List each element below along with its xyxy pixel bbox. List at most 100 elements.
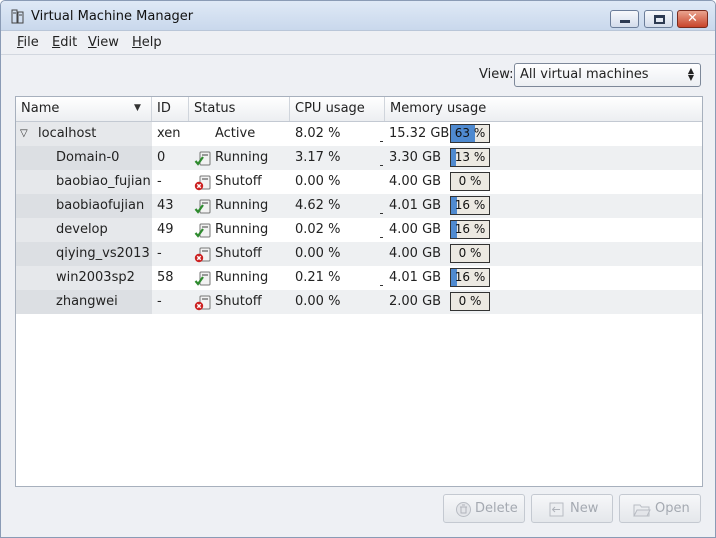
close-button[interactable]: ✕ — [677, 10, 708, 28]
delete-button[interactable]: Delete — [443, 494, 525, 523]
vm-row[interactable]: win2003sp2 58 Running 0.21 % 4.01 GB 16 % — [16, 266, 702, 290]
vm-cpu-usage: 0.00 % — [295, 174, 341, 189]
menu-bar: File Edit View Help — [1, 31, 715, 55]
vm-cpu-usage: 0.21 % — [295, 270, 341, 285]
cpu-sparkline — [380, 237, 383, 238]
menu-help[interactable]: Help — [132, 35, 162, 50]
column-header-name[interactable]: Name ▼ — [16, 97, 152, 121]
vm-row[interactable]: Domain-0 0 Running 3.17 % 3.30 GB 13 % — [16, 146, 702, 170]
view-filter-label: View: — [479, 67, 514, 82]
view-filter-value: All virtual machines — [520, 67, 649, 82]
memory-usage-bar: 16 % — [450, 220, 490, 239]
main-window: Virtual Machine Manager ✕ File Edit View… — [0, 0, 716, 538]
vm-memory: 4.00 GB — [389, 222, 442, 237]
close-icon: ✕ — [687, 11, 698, 26]
vm-row[interactable]: develop 49 Running 0.02 % 4.00 GB 16 % — [16, 218, 702, 242]
vm-memory: 15.32 GB — [389, 126, 450, 141]
vm-cpu-usage: 0.02 % — [295, 222, 341, 237]
memory-percent: 16 % — [454, 222, 486, 236]
host-row[interactable]: ▽ localhost xen Active 8.02 % 15.32 GB 63 % — [16, 122, 702, 146]
view-filter-select[interactable]: All virtual machines ▲ ▼ — [514, 63, 701, 87]
vm-id: - — [157, 246, 162, 261]
running-icon — [194, 222, 212, 239]
vm-memory: 2.00 GB — [389, 294, 442, 309]
cpu-sparkline — [380, 213, 383, 214]
memory-usage-bar: 16 % — [450, 196, 490, 215]
sort-descending-icon: ▼ — [134, 103, 141, 113]
memory-usage-bar: 13 % — [450, 148, 490, 167]
memory-usage-bar: 63 % — [450, 124, 490, 143]
running-icon — [194, 270, 212, 287]
column-header-status[interactable]: Status — [189, 97, 290, 121]
maximize-button[interactable] — [644, 10, 673, 28]
shutoff-icon — [194, 174, 212, 191]
vm-id: xen — [157, 126, 181, 141]
column-header-memory[interactable]: Memory usage — [385, 97, 702, 121]
vm-status: Running — [215, 150, 269, 165]
vm-row[interactable]: qiying_vs2013- Shutoff 0.00 % 4.00 GB 0 % — [16, 242, 702, 266]
vm-memory: 3.30 GB — [389, 150, 442, 165]
memory-usage-bar: 0 % — [450, 292, 490, 311]
vm-memory: 4.00 GB — [389, 246, 442, 261]
new-vm-icon — [549, 502, 564, 517]
memory-percent: 0 % — [458, 246, 482, 260]
vm-name: Domain-0 — [56, 150, 120, 165]
vm-cpu-usage: 8.02 % — [295, 126, 341, 141]
memory-usage-bar: 0 % — [450, 172, 490, 191]
running-icon — [194, 198, 212, 215]
column-header-cpu[interactable]: CPU usage — [290, 97, 385, 121]
memory-percent: 0 % — [458, 174, 482, 188]
memory-percent: 63 % — [454, 126, 486, 140]
vm-name: qiying_vs2013 — [56, 246, 150, 261]
collapse-triangle-icon[interactable]: ▽ — [20, 128, 28, 139]
menu-view[interactable]: View — [88, 35, 119, 50]
vm-cpu-usage: 4.62 % — [295, 198, 341, 213]
open-button[interactable]: Open — [619, 494, 701, 523]
vm-status: Running — [215, 222, 269, 237]
vm-memory: 4.01 GB — [389, 198, 442, 213]
minimize-icon — [620, 20, 630, 23]
vm-status: Shutoff — [215, 294, 262, 309]
memory-usage-bar: 0 % — [450, 244, 490, 263]
vm-cpu-usage: 3.17 % — [295, 150, 341, 165]
memory-percent: 16 % — [454, 198, 486, 212]
new-button[interactable]: New — [531, 494, 613, 523]
column-header-id[interactable]: ID — [152, 97, 189, 121]
vm-row[interactable]: zhangwei - Shutoff 0.00 % 2.00 GB 0 % — [16, 290, 702, 314]
vm-cpu-usage: 0.00 % — [295, 246, 341, 261]
vm-id: - — [157, 294, 162, 309]
menu-edit[interactable]: Edit — [52, 35, 77, 50]
memory-percent: 13 % — [454, 150, 486, 164]
vm-name: win2003sp2 — [56, 270, 135, 285]
menu-file[interactable]: File — [17, 35, 39, 50]
vm-row[interactable]: baobiaofujian 43 Running 4.62 % 4.01 GB 16 % — [16, 194, 702, 218]
title-bar[interactable]: Virtual Machine Manager ✕ — [1, 1, 715, 31]
vm-id: 0 — [157, 150, 166, 165]
vm-id: 49 — [157, 222, 174, 237]
vm-name: zhangwei — [56, 294, 118, 309]
vm-status: Running — [215, 270, 269, 285]
shutoff-icon — [194, 294, 212, 311]
memory-usage-bar: 16 % — [450, 268, 490, 287]
table-header: Name ▼ ID Status CPU usage Memory usage — [16, 97, 702, 122]
minimize-button[interactable] — [610, 10, 639, 28]
vm-name: develop — [56, 222, 108, 237]
open-folder-icon — [633, 504, 651, 517]
vm-cpu-usage: 0.00 % — [295, 294, 341, 309]
vm-id: - — [157, 174, 162, 189]
memory-percent: 16 % — [454, 270, 486, 284]
vm-status: Active — [215, 126, 256, 141]
app-icon — [11, 9, 24, 24]
delete-icon — [456, 502, 471, 517]
memory-percent: 0 % — [458, 294, 482, 308]
vm-name: localhost — [38, 126, 97, 141]
vm-row[interactable]: baobiao_fujian - Shutoff 0.00 % 4.00 GB 0 % — [16, 170, 702, 194]
vm-memory: 4.01 GB — [389, 270, 442, 285]
maximize-icon — [654, 15, 665, 24]
vm-id: 43 — [157, 198, 174, 213]
vm-id: 58 — [157, 270, 174, 285]
cpu-sparkline — [380, 141, 383, 142]
vm-status: Running — [215, 198, 269, 213]
cpu-sparkline — [380, 165, 383, 166]
vm-status: Shutoff — [215, 246, 262, 261]
